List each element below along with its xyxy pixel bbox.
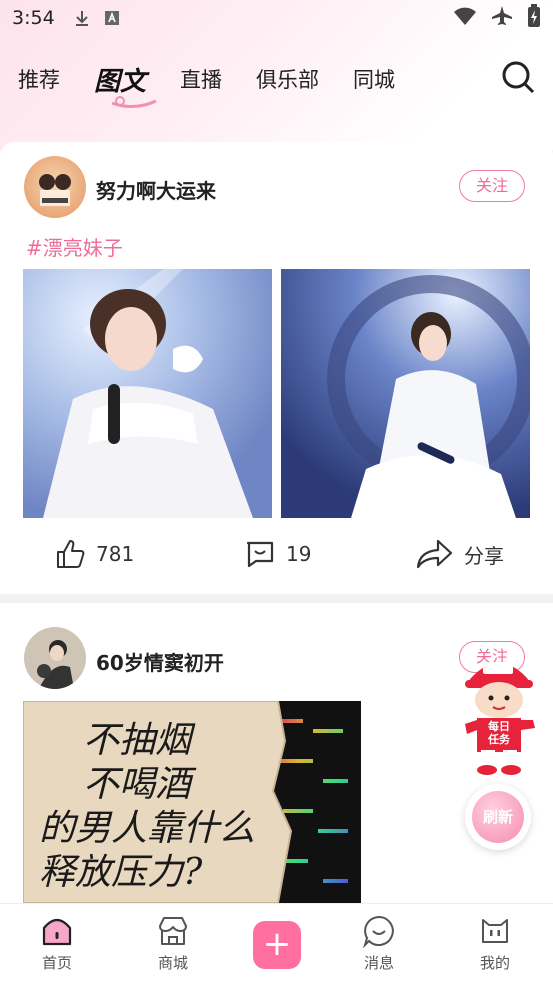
post-actions: 781 19 分享 [0,538,553,578]
airplane-icon [491,5,513,32]
nav-label: 我的 [479,954,510,972]
share-button[interactable]: 分享 [416,538,504,570]
post-image-right[interactable] [281,269,530,518]
follow-button[interactable]: 关注 [459,170,525,202]
post-username[interactable]: 努力啊大运来 [96,175,216,204]
font-a-icon [103,9,121,27]
avatar[interactable] [24,156,86,218]
tab-label: 图文 [94,66,147,97]
status-time: 3:54 [12,7,55,29]
nav-profile[interactable]: 我的 [460,914,530,973]
tab-label: 推荐 [18,68,60,92]
home-icon [42,918,72,946]
thumbs-up-icon [57,540,85,568]
tab-label: 直播 [180,68,223,92]
plus-icon[interactable]: + [253,921,301,969]
message-icon [363,915,394,948]
comment-count: 19 [286,542,312,566]
tab-active-indicator [111,95,157,108]
nav-label: 消息 [363,954,394,972]
nav-shop[interactable]: 商城 [138,914,208,973]
mascot-badge-line: 任务 [488,733,510,746]
refresh-label: 刷新 [472,791,524,843]
download-icon [73,9,91,27]
nav-label: 商城 [157,954,188,972]
mascot-badge: 每日 任务 [483,720,515,746]
top-tab-bar: 推荐 图文 直播 俱乐部 同城 [0,54,553,108]
comment-icon [246,541,274,568]
tab-club[interactable]: 俱乐部 [256,64,319,94]
nav-messages[interactable]: 消息 [344,914,414,973]
share-arrow-icon [416,539,453,569]
like-button[interactable]: 781 [54,538,134,570]
tab-image-text[interactable]: 图文 [94,61,157,108]
handwriting-line: 不抽烟 [83,720,192,761]
nav-label: 首页 [41,954,72,972]
tab-label: 俱乐部 [256,68,320,92]
app-screen: 3:54 推荐 图文 直播 俱乐部 同城 努力啊大运来 关注 #漂亮妹子 781… [0,0,553,984]
tab-recommend[interactable]: 推荐 [18,64,60,94]
profile-icon [482,919,508,943]
tab-local[interactable]: 同城 [353,64,395,94]
post-image-left[interactable] [23,269,272,518]
post-tag[interactable]: #漂亮妹子 [26,232,123,261]
search-icon[interactable] [501,60,535,94]
refresh-button[interactable]: 刷新 [465,784,531,850]
post-card: 努力啊大运来 关注 #漂亮妹子 781 19 分享 [0,142,553,594]
bottom-nav: 首页 商城 + 消息 我的 [0,903,553,984]
image-handwriting: 不抽烟 不喝酒 的男人靠什么 释放压力? [39,719,255,895]
wifi-icon [453,6,477,31]
post-username[interactable]: 60岁情窦初开 [96,647,224,676]
shop-icon [159,917,187,945]
comment-button[interactable]: 19 [244,538,311,570]
post-image[interactable]: 不抽烟 不喝酒 的男人靠什么 释放压力? [23,701,361,903]
handwriting-line: 不喝酒 [83,764,192,805]
mascot-badge-line: 每日 [488,720,510,733]
tab-label: 同城 [353,68,396,92]
avatar[interactable] [24,627,86,689]
battery-charging-icon [527,3,541,33]
feed-divider [0,594,553,603]
handwriting-line: 释放压力? [39,852,203,893]
like-count: 781 [96,542,135,566]
daily-task-mascot[interactable]: 每日 任务 [461,650,537,780]
tab-live[interactable]: 直播 [180,64,222,94]
handwriting-line: 的男人靠什么 [39,808,256,849]
status-bar: 3:54 [0,0,553,36]
share-label: 分享 [464,543,504,568]
nav-home[interactable]: 首页 [22,914,92,973]
